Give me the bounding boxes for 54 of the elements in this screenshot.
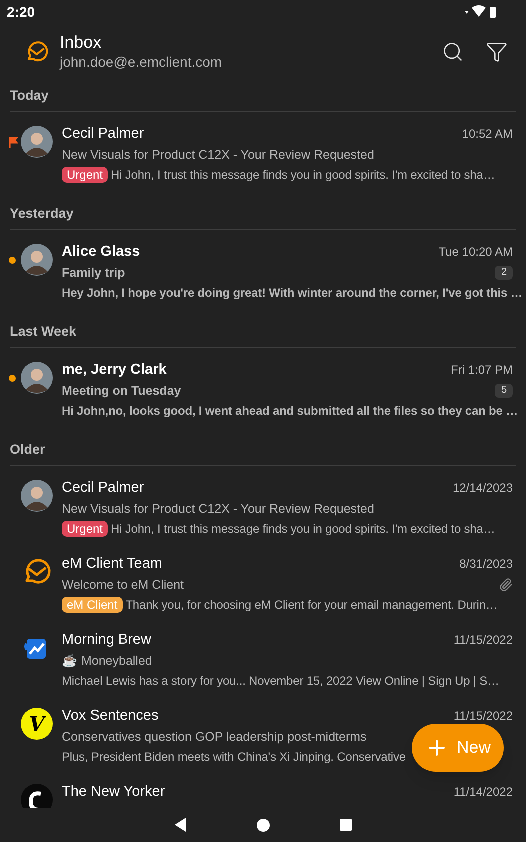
message-preview: Hey John, I hope you're doing great! With winter around the corner, I've got this …	[62, 285, 523, 302]
tag-label: eM Client	[62, 597, 123, 613]
folder-title: Inbox	[60, 33, 103, 53]
message-subject: New Visuals for Product C12X - Your Review Requested	[62, 500, 374, 518]
sender-name: Morning Brew	[62, 631, 152, 650]
message-subject: ☕ Moneyballed	[62, 652, 152, 670]
back-icon[interactable]	[174, 818, 186, 832]
section-header: Older	[10, 440, 46, 459]
tag-label: Urgent	[62, 521, 108, 537]
message-date: Tue 10:20 AM	[438, 244, 513, 261]
section-header: Yesterday	[10, 204, 74, 223]
sender-name: Vox Sentences	[62, 707, 159, 726]
message-preview: Plus, President Biden meets with China's Xi Jinping. Conservative	[62, 749, 406, 766]
thread-count: 2	[495, 266, 513, 280]
message-date: 11/14/2022	[454, 784, 513, 801]
avatar-icon	[21, 244, 53, 276]
message-subject: Meeting on Tuesday	[62, 382, 182, 400]
section-header: Today	[10, 86, 49, 105]
message-preview: Michael Lewis has a story for you... November 15, 2022 View Online | Sign Up | S…	[62, 673, 500, 690]
message-date: 8/31/2023	[460, 556, 513, 573]
sender-name: The New Yorker	[62, 783, 166, 802]
message-preview: Thank you, for choosing eM Client for your email management. Durin…	[126, 597, 498, 614]
avatar-icon	[21, 480, 53, 512]
message-preview: Hi John, I trust this message finds you in good spirits. I'm excited to sha…	[111, 521, 496, 538]
account-email: john.doe@e.emclient.com	[60, 53, 224, 71]
tag-label: Urgent	[62, 167, 108, 183]
message-subject: New Visuals for Product C12X - Your Review Requested	[62, 146, 374, 164]
message-subject: Conservatives question GOP leadership post-midterms	[62, 728, 367, 746]
message-date: Fri 1:07 PM	[450, 362, 513, 379]
search-icon	[442, 41, 464, 63]
logo-avatar: V	[21, 708, 53, 740]
message-preview: Hi John,no, looks good, I went ahead and submitted all the files so they can be …	[62, 403, 518, 420]
message-subject: Family trip	[62, 264, 126, 282]
sender-name: Alice Glass	[62, 243, 140, 262]
sender-name: Cecil Palmer	[62, 125, 144, 144]
message-preview: Hi John, I trust this message finds you in good spirits. I'm excited to sha…	[111, 167, 496, 184]
status-time: 2:20	[7, 2, 36, 22]
logo-icon	[21, 784, 53, 808]
home-icon[interactable]	[256, 818, 270, 832]
sender-name: eM Client Team	[62, 555, 162, 574]
filter-icon	[486, 41, 508, 63]
section-header: Last Week	[10, 322, 77, 341]
sender-name: Cecil Palmer	[62, 479, 144, 498]
message-date: 11/15/2022	[454, 632, 513, 649]
message-date: 11/15/2022	[454, 708, 513, 725]
recents-icon[interactable]	[340, 819, 352, 831]
new-message-button[interactable]: New	[412, 724, 504, 772]
avatar-icon	[21, 126, 53, 158]
message-date: 10:52 AM	[462, 126, 513, 143]
sender-name: me, Jerry Clark	[62, 361, 167, 380]
message-subject: Welcome to eM Client	[62, 576, 184, 594]
thread-count: 5	[495, 384, 513, 398]
avatar-icon	[21, 362, 53, 394]
message-date: 12/14/2023	[452, 480, 513, 497]
